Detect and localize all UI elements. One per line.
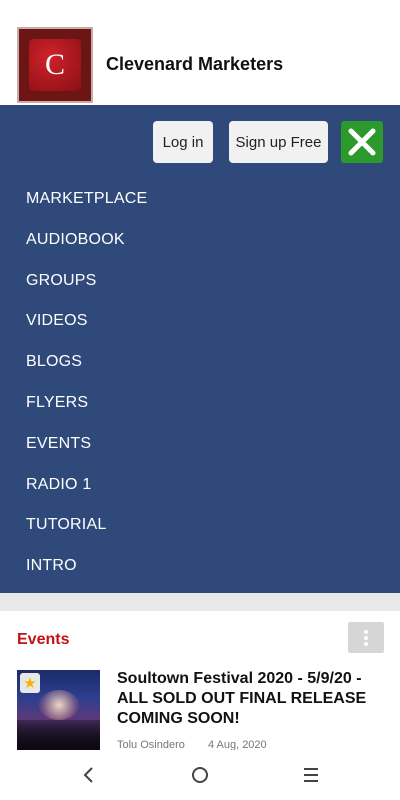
thumbnail-crowd: [17, 720, 100, 750]
login-button[interactable]: Log in: [153, 121, 213, 163]
event-title-link[interactable]: Soultown Festival 2020 - 5/9/20 - ALL SO…: [117, 669, 382, 729]
site-name[interactable]: Clevenard Marketers: [106, 54, 283, 75]
thumbnail-stage-light: [39, 690, 79, 720]
menu-list: MARKETPLACE AUDIOBOOK GROUPS VIDEOS BLOG…: [26, 189, 147, 597]
menu-item-flyers[interactable]: FLYERS: [26, 393, 147, 434]
event-thumbnail[interactable]: ★: [17, 670, 100, 750]
menu-item-intro[interactable]: INTRO: [26, 556, 147, 597]
more-vertical-icon-dot: [364, 636, 368, 640]
close-menu-button[interactable]: [341, 121, 383, 163]
menu-item-tutorial[interactable]: TUTORIAL: [26, 515, 147, 556]
close-icon: [348, 128, 376, 156]
site-logo[interactable]: C: [17, 27, 93, 103]
menu-item-radio[interactable]: RADIO 1: [26, 475, 147, 516]
navigation-menu: Log in Sign up Free MARKETPLACE AUDIOBOO…: [0, 105, 400, 593]
site-header: C Clevenard Marketers: [0, 0, 400, 105]
menu-item-groups[interactable]: GROUPS: [26, 271, 147, 312]
back-icon[interactable]: [82, 766, 96, 784]
home-icon[interactable]: [191, 766, 209, 784]
events-section-title[interactable]: Events: [17, 631, 69, 649]
logo-emblem: C: [29, 39, 81, 91]
more-vertical-icon: [364, 630, 368, 634]
menu-item-audiobook[interactable]: AUDIOBOOK: [26, 230, 147, 271]
menu-item-blogs[interactable]: BLOGS: [26, 352, 147, 393]
signup-button[interactable]: Sign up Free: [229, 121, 328, 163]
featured-star-icon: ★: [20, 673, 40, 693]
section-divider: [0, 593, 400, 611]
events-more-button[interactable]: [348, 622, 384, 653]
more-vertical-icon-dot: [364, 642, 368, 646]
system-navigation-bar: [0, 750, 400, 800]
menu-item-marketplace[interactable]: MARKETPLACE: [26, 189, 147, 230]
menu-item-videos[interactable]: VIDEOS: [26, 311, 147, 352]
logo-letter: C: [44, 48, 65, 81]
recent-apps-icon[interactable]: [302, 767, 320, 783]
menu-item-events[interactable]: EVENTS: [26, 434, 147, 475]
